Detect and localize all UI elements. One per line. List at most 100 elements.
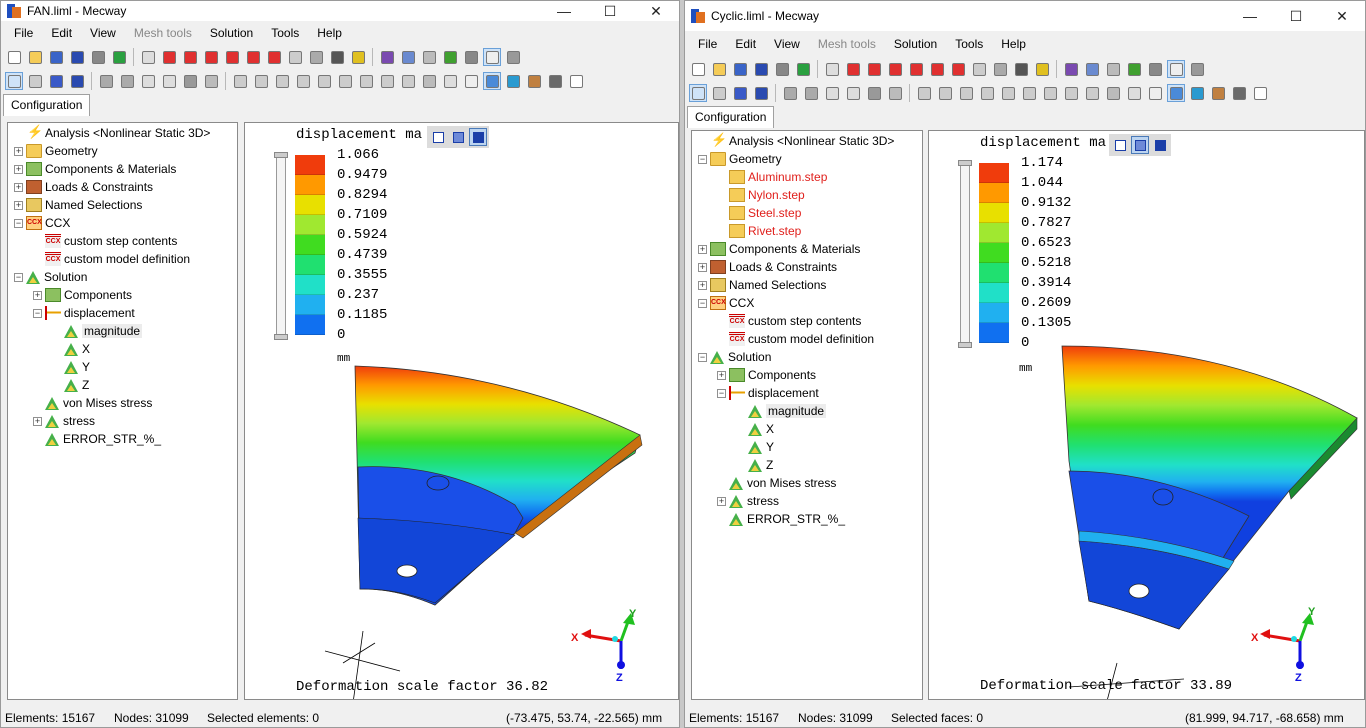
new-file-icon[interactable] xyxy=(689,60,707,78)
redo-icon[interactable] xyxy=(89,48,107,66)
expand-toggle-icon[interactable]: + xyxy=(33,290,42,300)
shaded-icon[interactable] xyxy=(462,48,480,66)
tree-item[interactable]: magnitude xyxy=(52,322,143,340)
measure-icon[interactable] xyxy=(378,48,396,66)
nodes-alt-icon[interactable] xyxy=(802,84,820,102)
tree-item[interactable]: + Loads & Constraints xyxy=(698,258,837,276)
table-icon[interactable] xyxy=(1251,84,1269,102)
cube-red-bottom-icon[interactable] xyxy=(949,60,967,78)
triangle-icon[interactable] xyxy=(441,72,459,90)
split-icon[interactable] xyxy=(1062,84,1080,102)
tree-item[interactable]: − CCX CCX xyxy=(698,294,754,312)
extrude-icon[interactable] xyxy=(294,72,312,90)
graphics-view[interactable]: displacement ma 1.174 1.044 0.9132 0.7827 0.… xyxy=(928,130,1365,700)
undo-icon[interactable] xyxy=(752,60,770,78)
tree-item[interactable]: CCX custom step contents xyxy=(33,232,177,250)
split-icon[interactable] xyxy=(378,72,396,90)
tree-item[interactable]: ERROR_STR_%_ xyxy=(717,510,845,528)
wireframe-icon[interactable] xyxy=(483,48,501,66)
tree-icon[interactable] xyxy=(202,72,220,90)
mirror-icon[interactable] xyxy=(957,84,975,102)
expand-toggle-icon[interactable]: + xyxy=(717,370,726,380)
menu-help[interactable]: Help xyxy=(308,26,351,40)
redo-icon[interactable] xyxy=(773,60,791,78)
expand-toggle-icon[interactable]: + xyxy=(698,262,707,272)
tree-item[interactable]: + Components & Materials xyxy=(698,240,860,258)
tree-item[interactable]: − displacement xyxy=(33,304,135,322)
fillet-icon[interactable] xyxy=(1041,84,1059,102)
close-button[interactable]: ✕ xyxy=(633,1,679,21)
tree-icon[interactable] xyxy=(886,84,904,102)
shell-icon[interactable] xyxy=(1209,84,1227,102)
nodes-icon[interactable] xyxy=(97,72,115,90)
film-icon[interactable] xyxy=(546,72,564,90)
nodes-alt-icon[interactable] xyxy=(118,72,136,90)
cube-red-back-icon[interactable] xyxy=(928,60,946,78)
menu-file[interactable]: File xyxy=(5,26,42,40)
zoom-fit-icon[interactable] xyxy=(349,48,367,66)
menu-solution[interactable]: Solution xyxy=(885,37,946,51)
equals-icon[interactable] xyxy=(794,60,812,78)
box-icon[interactable] xyxy=(139,72,157,90)
tree-item[interactable]: + Loads & Constraints xyxy=(14,178,153,196)
expand-toggle-icon[interactable]: + xyxy=(698,280,707,290)
edit-icon[interactable] xyxy=(1104,60,1122,78)
cube-wire-icon[interactable] xyxy=(139,48,157,66)
scatter-icon[interactable] xyxy=(1083,84,1101,102)
box3d-icon[interactable] xyxy=(160,72,178,90)
cube-red-top-icon[interactable] xyxy=(223,48,241,66)
tree-item[interactable]: Analysis <Nonlinear Static 3D> xyxy=(14,124,210,142)
water-icon[interactable] xyxy=(1188,84,1206,102)
arrow-icon[interactable] xyxy=(1104,84,1122,102)
tab-configuration[interactable]: Configuration xyxy=(687,106,775,128)
shaded-icon[interactable] xyxy=(1146,60,1164,78)
cube-red-bottom-icon[interactable] xyxy=(265,48,283,66)
mirror-icon[interactable] xyxy=(273,72,291,90)
triangle-icon[interactable] xyxy=(1125,84,1143,102)
cube-red-side-icon[interactable] xyxy=(202,48,220,66)
select-dropdown-icon[interactable] xyxy=(1083,60,1101,78)
tree-item[interactable]: − CCX CCX xyxy=(14,214,70,232)
select-node-icon[interactable] xyxy=(26,72,44,90)
rotate-icon[interactable] xyxy=(328,48,346,66)
zoom-box-icon[interactable] xyxy=(286,48,304,66)
select-pointer-icon[interactable] xyxy=(5,72,23,90)
tree-item[interactable]: Rivet.step xyxy=(717,222,801,240)
expand-toggle-icon[interactable]: + xyxy=(14,182,23,192)
tree-item[interactable]: − Solution xyxy=(698,348,771,366)
expand-toggle-icon[interactable]: − xyxy=(698,352,707,362)
box3d-icon[interactable] xyxy=(844,84,862,102)
arrow-icon[interactable] xyxy=(420,72,438,90)
rotate-icon[interactable] xyxy=(1012,60,1030,78)
tree-item[interactable]: + Components & Materials xyxy=(14,160,176,178)
tree-item[interactable]: X xyxy=(736,420,774,438)
tree-item[interactable]: CCX custom model definition xyxy=(717,330,874,348)
close-button[interactable]: ✕ xyxy=(1319,1,1365,31)
menu-mesh-tools[interactable]: Mesh tools xyxy=(125,26,201,40)
expand-toggle-icon[interactable]: + xyxy=(717,496,726,506)
tree-item[interactable]: Analysis <Nonlinear Static 3D> xyxy=(698,132,894,150)
zoom-box-icon[interactable] xyxy=(970,60,988,78)
mesh-icon[interactable] xyxy=(1188,60,1206,78)
expand-toggle-icon[interactable]: + xyxy=(698,244,707,254)
undo-icon[interactable] xyxy=(68,48,86,66)
tree-item[interactable]: Y xyxy=(736,438,774,456)
zoom-icon[interactable] xyxy=(307,48,325,66)
open-folder-icon[interactable] xyxy=(710,60,728,78)
nodes-icon[interactable] xyxy=(781,84,799,102)
select-dropdown-icon[interactable] xyxy=(399,48,417,66)
tab-configuration[interactable]: Configuration xyxy=(3,94,91,116)
tree-item[interactable]: − displacement xyxy=(717,384,819,402)
tree-item[interactable]: von Mises stress xyxy=(717,474,836,492)
cube-wire-icon[interactable] xyxy=(823,60,841,78)
graphics-view[interactable]: displacement ma 1.066 0.9479 0.8294 0.7109 0… xyxy=(244,122,679,700)
tree-item[interactable]: + Components xyxy=(717,366,816,384)
smooth-icon[interactable] xyxy=(1167,84,1185,102)
film-icon[interactable] xyxy=(1230,84,1248,102)
merge-icon[interactable] xyxy=(915,84,933,102)
minimize-button[interactable]: — xyxy=(541,1,587,21)
tree-item[interactable]: + Components xyxy=(33,286,132,304)
tree-item[interactable]: Z xyxy=(52,376,89,394)
tree-item[interactable]: X xyxy=(52,340,90,358)
expand-toggle-icon[interactable]: + xyxy=(14,146,23,156)
